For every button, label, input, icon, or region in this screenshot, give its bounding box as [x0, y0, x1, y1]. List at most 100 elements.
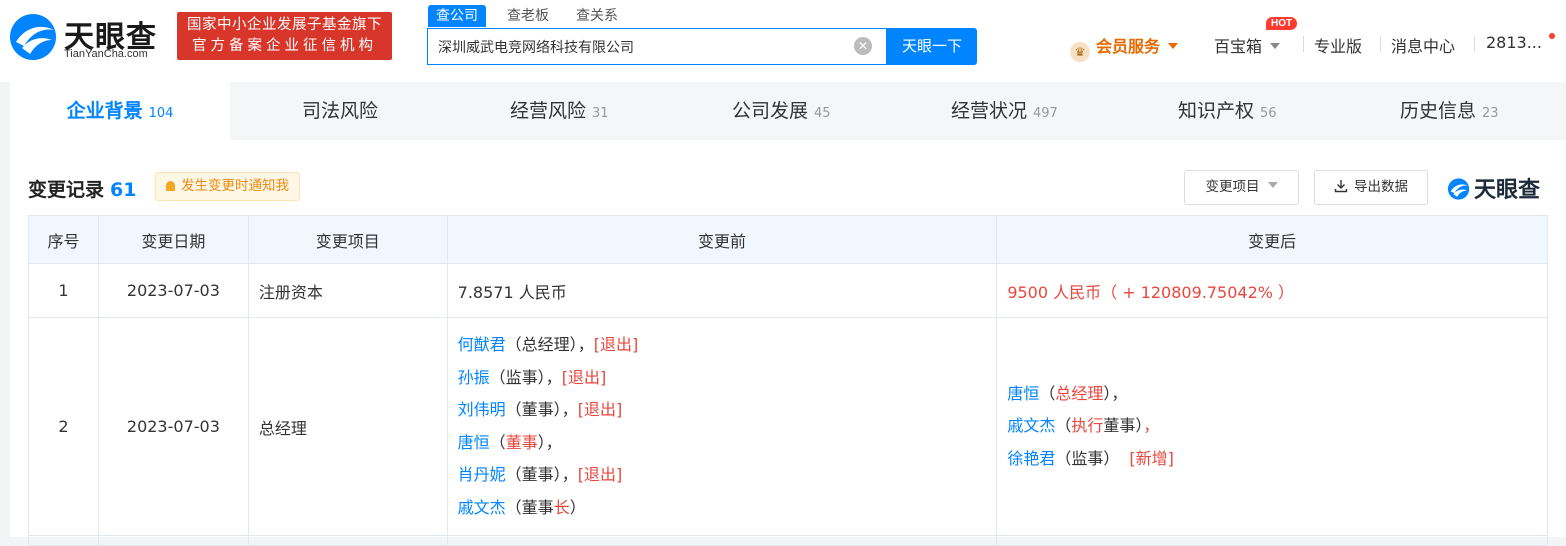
change-tag: [退出]: [577, 400, 623, 419]
cell-empty: [247, 535, 448, 546]
role-text: ，: [561, 400, 578, 419]
cell-empty: [28, 535, 99, 546]
tab-count: 23: [1482, 106, 1499, 121]
tab-count: 104: [148, 106, 174, 121]
message-center-link[interactable]: 消息中心: [1391, 33, 1455, 57]
role-text: （董事）: [505, 400, 562, 419]
tab-operation-risk[interactable]: 经营风险 31: [510, 82, 609, 140]
crown-icon: ♛: [1070, 42, 1090, 62]
brand-text: 天眼查: [1474, 178, 1541, 203]
role-text: （监事）: [1055, 448, 1120, 468]
tianyancha-logo-icon: [10, 14, 56, 60]
person-entry: 何猷君（总经理），[退出]: [458, 329, 997, 362]
person-entry: 唐恒（总经理），: [1007, 378, 1547, 411]
person-entry: 孙振（监事），[退出]: [458, 362, 997, 395]
person-link[interactable]: 孙振: [458, 368, 490, 387]
tab-count: 56: [1260, 106, 1277, 121]
cell-date: 2023-07-03: [97, 263, 249, 318]
table-row: 2 2023-07-03 总经理 何猷君（总经理），[退出] 孙振（监事），[退…: [28, 317, 1548, 536]
table-row: 1 2023-07-03 注册资本 7.8571 人民币 9500 人民币（ +…: [28, 263, 1548, 318]
header-after: 变更后: [996, 215, 1548, 264]
person-entry: 戚文杰（执行董事），: [1007, 410, 1547, 443]
cell-after: 唐恒（总经理）， 戚文杰（执行董事）， 徐艳君（监事） [新增]: [996, 317, 1548, 536]
bell-icon: [166, 181, 175, 191]
tab-business-status[interactable]: 经营状况 497: [951, 82, 1058, 140]
cell-no: 2: [28, 317, 99, 536]
section-title-text: 变更记录: [28, 179, 105, 201]
official-badge: 国家中小企业发展子基金旗下 官方备案企业征信机构: [177, 12, 392, 60]
person-entry: 肖丹妮（董事），[退出]: [458, 459, 997, 492]
role-text: ，: [577, 335, 594, 354]
export-data-button[interactable]: 导出数据: [1314, 170, 1428, 205]
change-item-filter[interactable]: 变更项目: [1184, 170, 1299, 205]
tab-company-development[interactable]: 公司发展 45: [732, 82, 831, 140]
search-tab-company[interactable]: 查公司: [428, 5, 486, 27]
header-before: 变更前: [446, 215, 998, 264]
tab-label: 公司发展: [732, 100, 809, 122]
search-input[interactable]: [438, 29, 848, 64]
role-text: （董事: [505, 497, 554, 517]
clear-icon[interactable]: ✕: [854, 37, 872, 55]
toolbox-menu[interactable]: 百宝箱: [1214, 33, 1281, 57]
tab-count: 45: [814, 106, 831, 121]
header-date: 变更日期: [97, 215, 249, 264]
tianyancha-brand: 天眼查: [1447, 172, 1541, 203]
chevron-down-icon: [1267, 182, 1278, 188]
tab-intellectual-property[interactable]: 知识产权 56: [1178, 82, 1277, 140]
nav-divider: [1303, 36, 1304, 52]
search-button[interactable]: 天眼一下: [887, 28, 977, 65]
cell-date: 2023-07-03: [97, 317, 249, 536]
change-tag: [退出]: [593, 335, 639, 354]
cell-before: 7.8571 人民币: [446, 263, 998, 318]
cell-item: 总经理: [247, 317, 448, 536]
cell-empty: [996, 535, 1548, 546]
search-tab-relation[interactable]: 查关系: [568, 5, 626, 27]
tab-label: 知识产权: [1178, 100, 1255, 122]
person-link[interactable]: 刘伟明: [458, 400, 506, 419]
filter-label: 变更项目: [1205, 179, 1260, 195]
user-menu[interactable]: 2813...: [1486, 33, 1542, 52]
vip-label: 会员服务: [1096, 37, 1161, 56]
role-text: ）: [537, 432, 546, 452]
role-text: （: [1039, 383, 1056, 403]
person-link[interactable]: 戚文杰: [458, 498, 506, 517]
role-text: （监事）: [489, 367, 546, 387]
chevron-down-icon: [1168, 43, 1179, 49]
separator: ，: [545, 432, 562, 452]
change-records-table: 序号 变更日期 变更项目 变更前 变更后 1 2023-07-03 注册资本 7…: [28, 215, 1548, 546]
role-text: （: [489, 432, 506, 452]
person-link[interactable]: 戚文杰: [1007, 416, 1055, 435]
badge-line-2: 官方备案企业征信机构: [192, 38, 377, 54]
person-link[interactable]: 徐艳君: [1007, 449, 1055, 468]
separator: ，: [1143, 416, 1160, 436]
category-tabs: 企业背景 104 司法风险 经营风险 31 公司发展 45 经营状况 497 知识产权 5…: [10, 82, 1566, 140]
role-text: ）: [569, 497, 586, 517]
separator: ，: [1111, 383, 1128, 403]
notify-on-change-button[interactable]: 发生变更时通知我: [155, 172, 300, 201]
cell-item: 注册资本: [247, 263, 448, 318]
notify-label: 发生变更时通知我: [181, 178, 289, 194]
search-box: ✕: [427, 28, 887, 65]
person-link[interactable]: 唐恒: [1007, 384, 1039, 403]
pro-version-link[interactable]: 专业版: [1314, 33, 1362, 57]
vip-service-menu[interactable]: ♛ 会员服务: [1070, 33, 1179, 62]
table-row: [28, 535, 1548, 546]
change-tag: [退出]: [561, 367, 607, 387]
tab-count: 31: [592, 106, 609, 121]
tab-history[interactable]: 历史信息 23: [1400, 82, 1499, 140]
person-link[interactable]: 唐恒: [458, 433, 490, 452]
tab-legal-risk[interactable]: 司法风险: [302, 82, 378, 140]
search-tab-boss[interactable]: 查老板: [499, 5, 557, 27]
role-text: （董事）: [505, 465, 562, 484]
change-tag: [退出]: [577, 465, 623, 484]
role-text: 董事）: [1103, 416, 1144, 436]
tab-company-background[interactable]: 企业背景 104: [10, 82, 230, 140]
tab-label: 司法风险: [302, 100, 379, 122]
person-entry: 唐恒（董事），: [458, 427, 997, 460]
person-entry: 徐艳君（监事） [新增]: [1007, 443, 1547, 476]
person-link[interactable]: 何猷君: [458, 335, 506, 354]
site-logo[interactable]: 天眼查 TianYanCha.com: [8, 10, 168, 62]
person-link[interactable]: 肖丹妮: [458, 465, 506, 484]
change-tag: [新增]: [1129, 448, 1174, 468]
section-count: 61: [110, 179, 137, 201]
